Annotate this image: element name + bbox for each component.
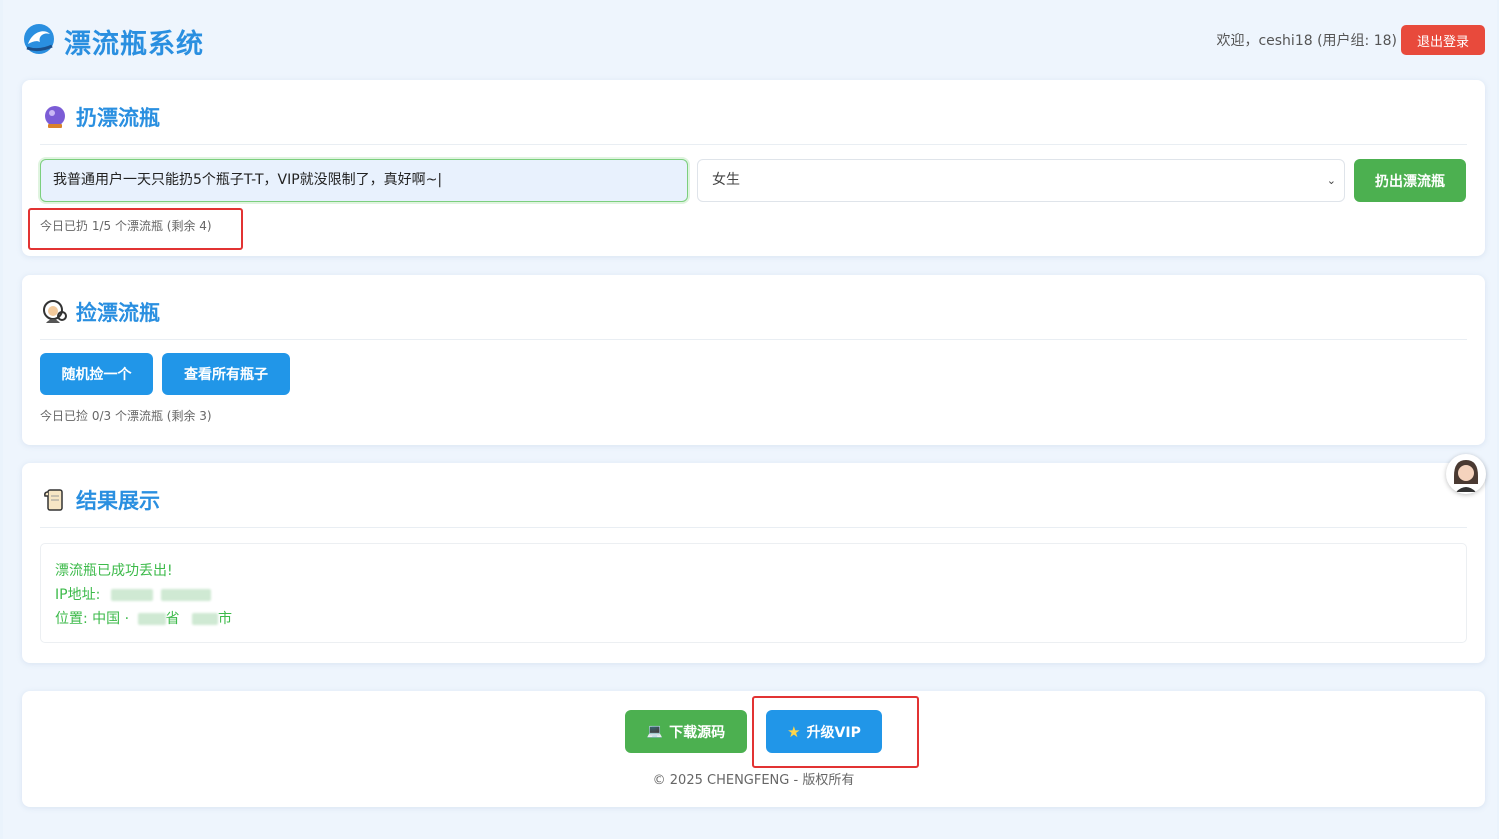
highlight-box	[28, 208, 243, 250]
highlight-box	[752, 696, 919, 768]
pick-quota-text: 今日已捡 0/3 个漂流瓶 (剩余 3)	[40, 409, 212, 423]
divider	[40, 144, 1467, 145]
province-suffix: 省	[165, 611, 180, 627]
download-label: 下载源码	[669, 724, 726, 741]
redacted-ip	[110, 589, 153, 601]
redacted-city	[191, 613, 218, 625]
divider	[40, 339, 1467, 340]
result-card: 结果展示 漂流瓶已成功丢出! IP地址: 位置: 中国 · 省 市	[22, 463, 1485, 663]
result-title-text: 结果展示	[76, 489, 160, 513]
app-title: 漂流瓶系统	[64, 29, 204, 60]
throw-section-title: 扔漂流瓶	[42, 102, 160, 132]
gender-selected-value: 女生	[712, 172, 740, 188]
logout-button[interactable]: 退出登录	[1401, 25, 1485, 55]
laptop-icon: 💻	[646, 724, 664, 739]
wave-icon	[24, 24, 54, 54]
result-location-line: 位置: 中国 · 省 市	[55, 608, 232, 628]
pick-section-title: 捡漂流瓶	[42, 297, 160, 327]
location-prefix: 位置: 中国 ·	[55, 611, 130, 627]
download-source-button[interactable]: 💻 下载源码	[625, 710, 747, 753]
gender-select[interactable]: 女生 ⌄	[697, 159, 1345, 202]
ip-label: IP地址:	[55, 587, 101, 603]
crystal-ball-icon	[45, 106, 65, 128]
throw-title-text: 扔漂流瓶	[76, 106, 160, 130]
chevron-down-icon: ⌄	[1326, 174, 1336, 187]
result-ip-line: IP地址:	[55, 584, 212, 604]
detective-icon	[43, 300, 67, 323]
pick-bottle-card: 捡漂流瓶 随机捡一个 查看所有瓶子 今日已捡 0/3 个漂流瓶 (剩余 3)	[22, 275, 1485, 445]
view-all-bottles-button[interactable]: 查看所有瓶子	[162, 353, 290, 395]
redacted-province	[137, 613, 166, 625]
throw-bottle-button[interactable]: 扔出漂流瓶	[1354, 159, 1466, 202]
result-section-title: 结果展示	[42, 485, 160, 515]
assistant-avatar[interactable]	[1446, 454, 1486, 494]
redacted-ip	[161, 589, 212, 601]
result-success-text: 漂流瓶已成功丢出!	[55, 563, 173, 579]
result-box: 漂流瓶已成功丢出! IP地址: 位置: 中国 · 省 市	[40, 543, 1467, 643]
app-header: 漂流瓶系统 欢迎，ceshi18 (用户组: 18) 退出登录	[22, 18, 1487, 62]
random-pick-button[interactable]: 随机捡一个	[40, 353, 153, 395]
divider	[40, 527, 1467, 528]
city-suffix: 市	[217, 611, 232, 627]
welcome-text: 欢迎，ceshi18 (用户组: 18)	[1216, 33, 1397, 49]
copyright-text: © 2025 CHENGFENG - 版权所有	[652, 773, 855, 788]
pick-title-text: 捡漂流瓶	[76, 301, 160, 325]
avatar-icon	[1447, 455, 1485, 493]
message-input[interactable]: 我普通用户一天只能扔5个瓶子T-T，VIP就没限制了，真好啊~|	[40, 159, 688, 202]
scroll-icon	[44, 489, 63, 511]
